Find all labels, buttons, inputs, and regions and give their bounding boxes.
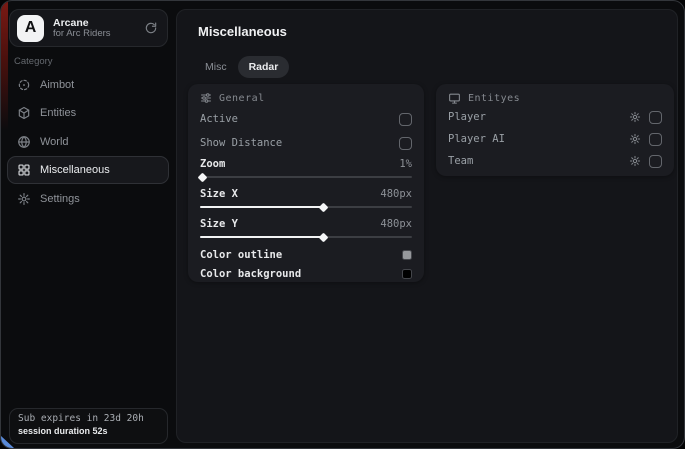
sidebar-item-label: Aimbot (40, 79, 74, 91)
checkbox[interactable] (399, 137, 412, 150)
toggle-label: Active (200, 113, 238, 125)
entity-label: Team (448, 155, 629, 167)
general-card: General Active Show Distance Zoom 1% Siz… (188, 84, 424, 282)
entity-label: Player AI (448, 133, 629, 145)
sidebar-item-aimbot[interactable]: Aimbot (7, 71, 169, 99)
slider-track[interactable] (200, 176, 412, 178)
slider-thumb[interactable] (319, 202, 329, 212)
sidebar-item-label: Entities (40, 107, 76, 119)
show-distance-row: Show Distance (200, 132, 412, 154)
color-label: Color outline (200, 249, 282, 261)
color-background-row: Color background (200, 265, 412, 283)
color-label: Color background (200, 268, 301, 280)
main-panel: Miscellaneous MiscRadar General Active S… (176, 9, 678, 443)
entities-card-title: Entityes (468, 93, 520, 104)
entity-row-team: Team (448, 150, 662, 172)
checkbox[interactable] (649, 133, 662, 146)
zoom-row: Zoom 1% (200, 156, 412, 181)
sidebar-item-miscellaneous[interactable]: Miscellaneous (7, 156, 169, 184)
brand-card: A Arcane for Arc Riders (9, 9, 168, 47)
slider-value: 1% (399, 158, 412, 170)
sidebar-item-label: World (40, 136, 69, 148)
sidebar-item-label: Miscellaneous (40, 164, 110, 176)
slider-label: Size Y (200, 218, 238, 230)
brand-subtitle: for Arc Riders (53, 29, 144, 40)
general-card-header: General (200, 90, 412, 106)
slider[interactable] (200, 233, 412, 241)
session-duration-text: session duration 52s (18, 426, 159, 436)
gear-icon[interactable] (629, 155, 641, 167)
size-y-row: Size Y 480px (200, 216, 412, 241)
checkbox[interactable] (649, 111, 662, 124)
general-card-title: General (219, 93, 265, 104)
grid-icon (17, 163, 31, 177)
app-window: A Arcane for Arc Riders Category Aimbot … (0, 0, 685, 449)
color-swatch[interactable] (402, 250, 412, 260)
slider-fill (200, 206, 323, 208)
entity-row-player-ai: Player AI (448, 128, 662, 150)
globe-icon (17, 135, 31, 149)
slider-thumb[interactable] (319, 232, 329, 242)
gear-icon (17, 192, 31, 206)
general-rows: Active Show Distance Zoom 1% Size X 480p… (200, 108, 412, 283)
sidebar-item-entities[interactable]: Entities (7, 99, 169, 127)
brand-title: Arcane (53, 17, 144, 29)
entity-row-player: Player (448, 106, 662, 128)
brand-logo: A (17, 15, 44, 42)
sub-expiry-text: Sub expires in 23d 20h (18, 413, 159, 424)
sidebar-nav: Aimbot Entities World Miscellaneous Sett… (7, 71, 169, 213)
sidebar-item-label: Settings (40, 193, 80, 205)
active-row: Active (200, 108, 412, 130)
tab-misc[interactable]: Misc (194, 56, 238, 78)
slider-label: Zoom (200, 158, 225, 170)
tab-bar: MiscRadar (194, 56, 289, 78)
sliders-icon (200, 92, 212, 104)
sidebar: A Arcane for Arc Riders Category Aimbot … (1, 1, 176, 448)
cube-icon (17, 106, 31, 120)
slider-label: Size X (200, 188, 238, 200)
entities-card-header: Entityes (448, 90, 662, 106)
toggle-label: Show Distance (200, 137, 282, 149)
checkbox[interactable] (399, 113, 412, 126)
gear-icon[interactable] (629, 111, 641, 123)
slider[interactable] (200, 173, 412, 181)
sidebar-item-world[interactable]: World (7, 128, 169, 156)
entity-label: Player (448, 111, 629, 123)
color-outline-row: Color outline (200, 246, 412, 264)
checkbox[interactable] (649, 155, 662, 168)
size-x-row: Size X 480px (200, 186, 412, 211)
slider-fill (200, 236, 323, 238)
crosshair-icon (17, 78, 31, 92)
slider-thumb[interactable] (198, 172, 208, 182)
tab-radar[interactable]: Radar (238, 56, 290, 78)
slider-value: 480px (380, 188, 412, 200)
gear-icon[interactable] (629, 133, 641, 145)
refresh-icon[interactable] (144, 21, 158, 35)
subscription-card: Sub expires in 23d 20h session duration … (9, 408, 168, 444)
slider[interactable] (200, 203, 412, 211)
entity-rows: Player Player AI Team (448, 106, 662, 172)
slider-value: 480px (380, 218, 412, 230)
category-label: Category (14, 56, 53, 67)
monitor-icon (448, 92, 461, 105)
sidebar-item-settings[interactable]: Settings (7, 185, 169, 213)
page-title: Miscellaneous (198, 24, 287, 39)
entities-card: Entityes Player Player AI Team (436, 84, 674, 176)
color-swatch[interactable] (402, 269, 412, 279)
